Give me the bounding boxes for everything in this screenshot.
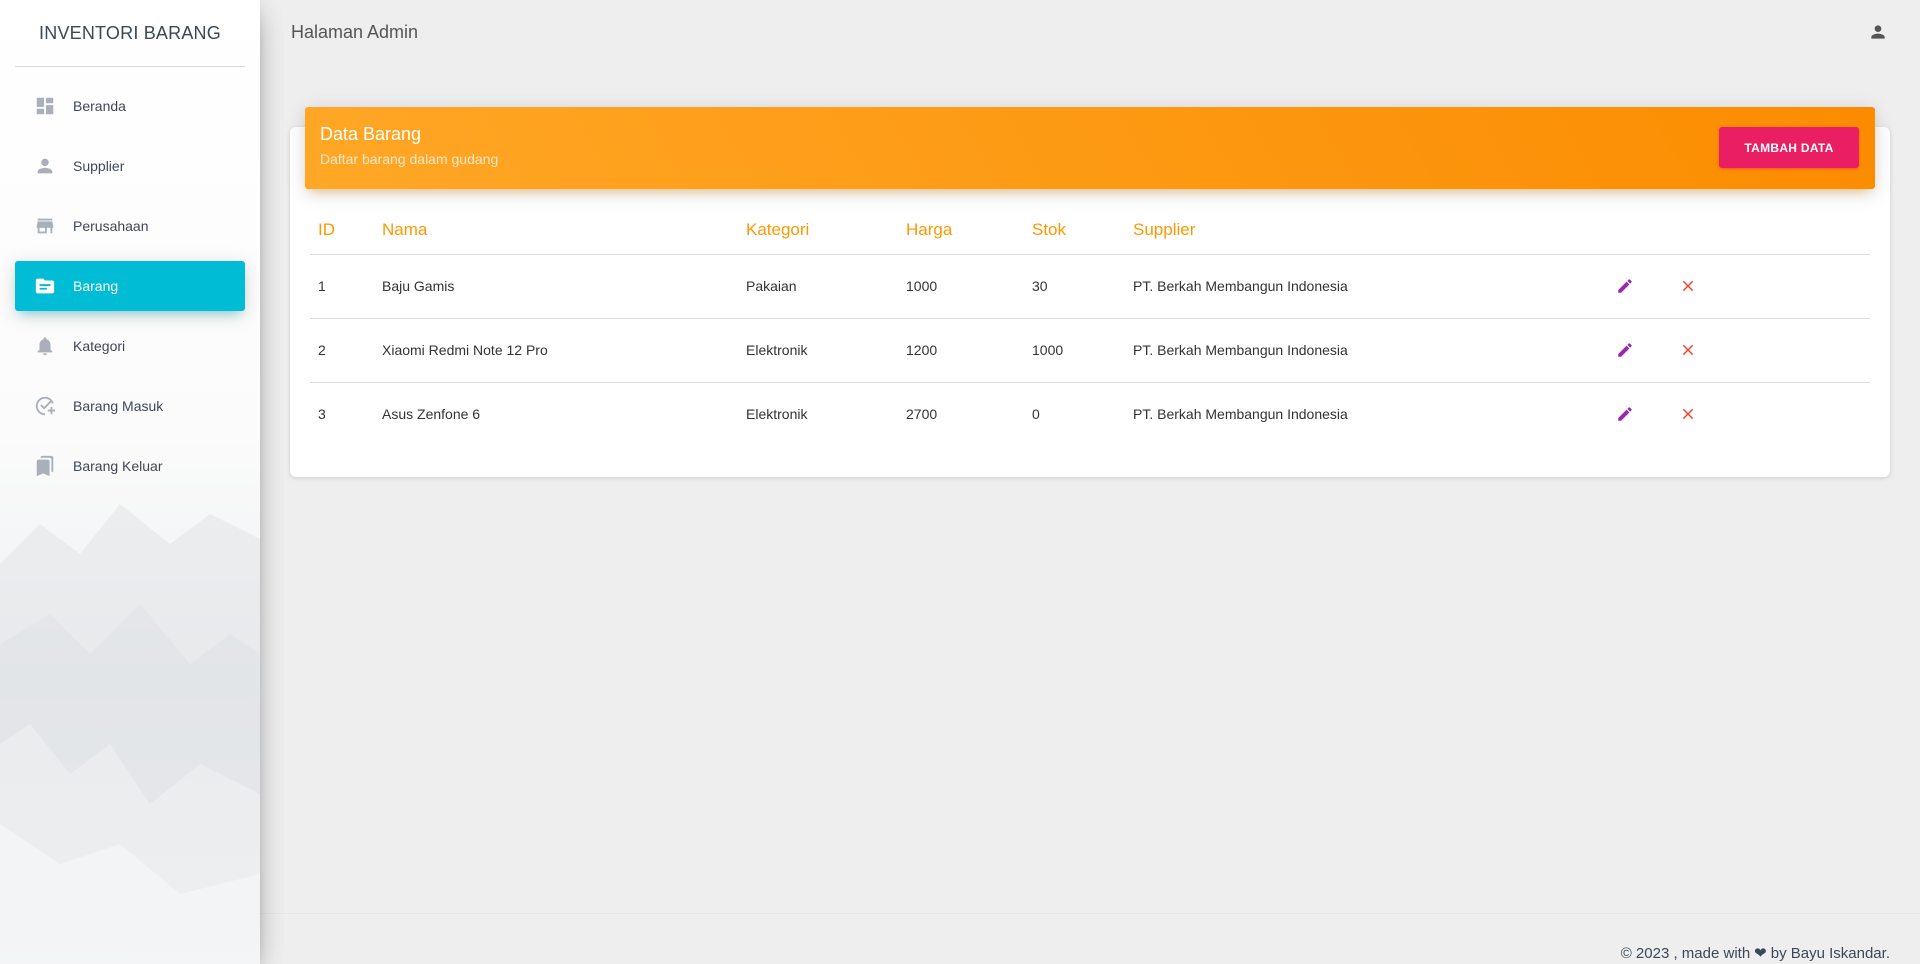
sidebar-item-label: Kategori [73, 338, 126, 354]
store-icon [33, 214, 57, 238]
cell-harga: 1000 [898, 254, 1024, 319]
close-icon [1682, 280, 1694, 292]
column-header-harga: Harga [898, 207, 1024, 255]
sidebar-item-label: Beranda [73, 98, 126, 114]
sidebar-item-supplier[interactable]: Supplier [15, 141, 245, 191]
cell-nama: Asus Zenfone 6 [382, 406, 481, 423]
cell-delete [1668, 318, 1870, 383]
dashboard-icon [33, 94, 57, 118]
column-header-nama: Nama [374, 207, 738, 255]
delete-button[interactable] [1676, 402, 1700, 426]
sidebar-item-barang[interactable]: Barang [15, 261, 245, 311]
edit-button[interactable] [1613, 402, 1637, 426]
table-row: 3 Asus Zenfone 6 Elektronik 2700 0 PT. B… [310, 382, 1870, 446]
column-header-kategori: Kategori [738, 207, 898, 255]
cell-nama: Xiaomi Redmi Note 12 Pro [374, 318, 738, 383]
cell-stok: 30 [1024, 254, 1125, 319]
sidebar-item-perusahaan[interactable]: Perusahaan [15, 201, 245, 251]
topbar: Halaman Admin [260, 0, 1920, 64]
footer-text: © 2023 , made with ❤ by Bayu Iskandar. [1621, 944, 1890, 964]
page-title[interactable]: Halaman Admin [291, 22, 418, 43]
person-icon [1871, 25, 1885, 39]
heart-icon: ❤ [1754, 945, 1767, 962]
pencil-icon [1618, 343, 1632, 357]
add-data-button[interactable]: TAMBAH DATA [1719, 127, 1859, 168]
sidebar-item-label: Perusahaan [73, 218, 149, 234]
sidebar-background-image [0, 504, 260, 964]
sidebar-item-label: Barang Keluar [73, 458, 163, 474]
column-header-supplier: Supplier [1125, 207, 1605, 255]
cell-delete [1668, 254, 1870, 319]
folder-icon [33, 274, 57, 298]
card-title: Data Barang [320, 124, 422, 144]
footer-prefix: © 2023 , made with [1620, 945, 1751, 962]
cell-harga: 2700 [906, 406, 938, 423]
cell-kategori: Elektronik [746, 406, 808, 423]
edit-button[interactable] [1613, 274, 1637, 298]
bell-icon [33, 334, 57, 358]
column-header-stok: Stok [1024, 207, 1125, 255]
sidebar-item-label: Supplier [73, 158, 125, 174]
check-add-icon [33, 394, 57, 418]
sidebar-item-kategori[interactable]: Kategori [15, 321, 245, 371]
cell-stok: 0 [1032, 406, 1040, 423]
cell-stok: 1000 [1024, 318, 1125, 383]
person-icon [33, 154, 57, 178]
sidebar-item-barang-keluar[interactable]: Barang Keluar [15, 441, 245, 491]
bookmarks-icon [33, 454, 57, 478]
close-icon [1682, 344, 1694, 356]
footer: © 2023 , made with ❤ by Bayu Iskandar. [260, 913, 1920, 964]
cell-kategori: Elektronik [738, 318, 898, 383]
sidebar: INVENTORI BARANG Beranda Supplier Perusa… [0, 0, 260, 964]
cell-kategori: Pakaian [738, 254, 898, 319]
barang-table: ID Nama Kategori Harga Stok Supplier 1 B… [310, 207, 1870, 446]
cell-edit [1605, 382, 1668, 446]
cell-supplier: PT. Berkah Membangun Indonesia [1133, 406, 1348, 423]
cell-supplier: PT. Berkah Membangun Indonesia [1125, 254, 1605, 319]
user-menu-button[interactable] [1866, 20, 1890, 44]
edit-button[interactable] [1613, 338, 1637, 362]
column-header-delete [1668, 207, 1870, 255]
table-row: 1 Baju Gamis Pakaian 1000 30 PT. Berkah … [310, 254, 1870, 319]
cell-nama: Baju Gamis [374, 254, 738, 319]
sidebar-item-barang-masuk[interactable]: Barang Masuk [15, 381, 245, 431]
cell-id: 2 [310, 318, 374, 383]
cell-harga: 1200 [898, 318, 1024, 383]
sidebar-item-label: Barang Masuk [73, 398, 164, 414]
cell-id: 1 [310, 254, 374, 319]
pencil-icon [1618, 279, 1632, 293]
sidebar-nav: Beranda Supplier Perusahaan Barang Kateg… [0, 81, 260, 491]
brand-title[interactable]: INVENTORI BARANG [15, 0, 245, 67]
sidebar-item-label: Barang [73, 278, 119, 294]
cell-supplier: PT. Berkah Membangun Indonesia [1125, 318, 1605, 383]
footer-suffix: by Bayu Iskandar. [1770, 945, 1890, 962]
sidebar-item-beranda[interactable]: Beranda [15, 81, 245, 131]
pencil-icon [1618, 407, 1632, 421]
cell-edit [1605, 318, 1668, 383]
cell-delete [1668, 382, 1870, 446]
close-icon [1682, 409, 1694, 420]
data-barang-card: Data Barang Daftar barang dalam gudang T… [290, 107, 1890, 477]
table-header-row: ID Nama Kategori Harga Stok Supplier [310, 207, 1870, 255]
card-header: Data Barang Daftar barang dalam gudang T… [305, 107, 1875, 189]
column-header-edit [1605, 207, 1668, 255]
delete-button[interactable] [1676, 274, 1700, 298]
card-subtitle: Daftar barang dalam gudang [320, 151, 499, 167]
delete-button[interactable] [1676, 338, 1700, 362]
cell-id: 3 [318, 406, 326, 423]
column-header-id: ID [310, 207, 374, 255]
table-row: 2 Xiaomi Redmi Note 12 Pro Elektronik 12… [310, 318, 1870, 383]
cell-edit [1605, 254, 1668, 319]
